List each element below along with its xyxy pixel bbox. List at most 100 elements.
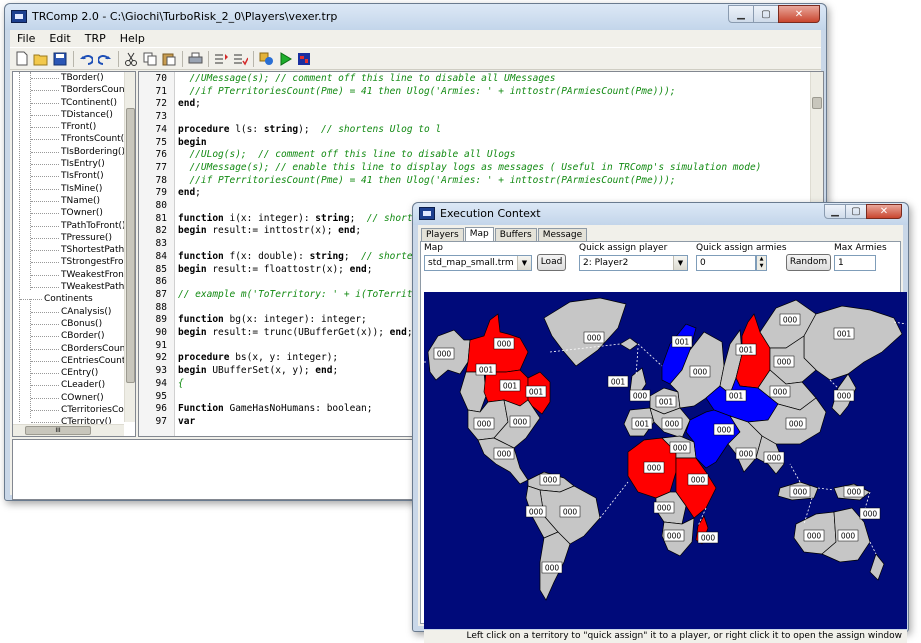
chevron-down-icon[interactable]: ▼ (517, 256, 531, 270)
print-icon[interactable] (187, 51, 203, 67)
world-map[interactable]: 000 001 001 000 001 000 000 000 000 000 000 000 001 0… (424, 292, 907, 629)
tree-connector (31, 373, 59, 375)
territory-central-america[interactable] (477, 437, 529, 485)
tab-message[interactable]: Message (537, 228, 588, 242)
line-number: 86 (155, 276, 167, 288)
load-button[interactable]: Load (537, 254, 566, 271)
menu-file[interactable]: File (10, 32, 42, 45)
redo-icon[interactable] (97, 51, 113, 67)
chevron-down-icon[interactable]: ▼ (673, 256, 687, 270)
territory-new-zealand[interactable] (869, 553, 885, 581)
quick-assign-player-select[interactable]: 2: Player2 ▼ (579, 255, 688, 271)
menu-trp[interactable]: TRP (78, 32, 113, 45)
exec-title-bar[interactable]: Execution Context ▁ ▢ ✕ (413, 203, 908, 225)
close-button[interactable]: ✕ (778, 5, 820, 23)
tree-item[interactable]: TFrontsCount() (13, 133, 128, 145)
exec-minimize-button[interactable]: ▁ (824, 204, 846, 219)
tree-item[interactable]: CLeader() (13, 379, 124, 391)
tree-item[interactable]: TBorder() (13, 72, 124, 84)
save-icon[interactable] (52, 51, 68, 67)
tree-item[interactable]: CBordersCount() (13, 343, 135, 355)
territory-kamchatka[interactable] (803, 305, 903, 381)
tree-item[interactable]: TContinent() (13, 97, 124, 109)
open-folder-icon[interactable] (33, 51, 49, 67)
tree-item[interactable]: TShortestPath() (13, 244, 131, 256)
tree-item[interactable]: TOwner() (13, 207, 124, 219)
minimize-button[interactable]: ▁ (728, 5, 754, 23)
armies-spinner[interactable]: ▲ ▼ (756, 255, 767, 271)
map-icon[interactable] (296, 51, 312, 67)
tab-buffers[interactable]: Buffers (494, 228, 537, 242)
quick-assign-armies-input[interactable]: 0 (696, 255, 756, 271)
run-icon[interactable] (277, 51, 293, 67)
tree-connector (31, 102, 59, 104)
tree-item[interactable]: TIsFront() (13, 170, 124, 182)
code-token: UBufferSet(x, y); (206, 365, 316, 377)
tree-item[interactable]: TWeakestFront( (13, 269, 131, 281)
army-count-label: 000 (669, 441, 691, 454)
tab-players[interactable]: Players (421, 228, 464, 242)
run-test-icon[interactable] (258, 51, 274, 67)
tree-item[interactable]: CAnalysis() (13, 306, 124, 318)
tree-item[interactable]: TIsMine() (13, 183, 124, 195)
new-file-icon[interactable] (14, 51, 30, 67)
tree-connector (31, 200, 59, 202)
editor-vscroll-thumb[interactable] (812, 97, 822, 109)
tree-item[interactable]: TStrongestFront( (13, 256, 135, 268)
army-count-label: 000 (689, 365, 711, 378)
menu-edit[interactable]: Edit (42, 32, 77, 45)
exec-close-button[interactable]: ✕ (866, 204, 902, 219)
line-number: 82 (155, 225, 167, 237)
copy-icon[interactable] (142, 51, 158, 67)
territory-alberta[interactable] (459, 371, 487, 413)
tree-item[interactable]: TDistance() (13, 109, 124, 121)
line-number: 94 (155, 377, 167, 389)
army-count-label: 000 (833, 389, 855, 402)
max-armies-label: Max Armies (834, 243, 887, 253)
menu-help[interactable]: Help (113, 32, 152, 45)
army-count-text: 000 (587, 334, 602, 343)
keyword-token: begin (178, 136, 207, 148)
line-number: 80 (155, 200, 167, 211)
main-title-bar[interactable]: TRComp 2.0 - C:\Giochi\TurboRisk_2_0\Pla… (5, 4, 826, 30)
tree-item[interactable]: CEntriesCount() (13, 355, 132, 367)
tree-item[interactable]: CBonus() (13, 318, 124, 330)
execution-context-window: Execution Context ▁ ▢ ✕ Players Map Buff… (412, 202, 909, 643)
army-count-label: 001 (725, 389, 747, 402)
tree-item[interactable]: TFront() (13, 121, 124, 133)
function-tree[interactable]: TBorder() TBordersCount() TContinent() TDis… (12, 71, 136, 437)
tree-item[interactable]: CTerritoriesCour (13, 404, 133, 416)
tree-item[interactable]: TName() (13, 195, 124, 207)
tree-item[interactable]: TIsBordering() (13, 146, 125, 158)
maximize-button[interactable]: ▢ (753, 5, 779, 23)
random-button[interactable]: Random (786, 254, 831, 271)
tree-item[interactable]: Continents (13, 293, 124, 305)
compile-icon[interactable] (213, 51, 229, 67)
undo-icon[interactable] (78, 51, 94, 67)
exec-maximize-button[interactable]: ▢ (845, 204, 867, 219)
tree-item[interactable]: TIsEntry() (13, 158, 124, 170)
tree-hscroll-thumb[interactable]: III (25, 426, 91, 435)
code-text: procedure bs(x, y: integer); (178, 352, 338, 365)
territory-iceland[interactable] (619, 337, 639, 351)
tree-vscroll-thumb[interactable] (126, 108, 135, 383)
cut-icon[interactable] (123, 51, 139, 67)
tree-item[interactable]: CBorder() (13, 330, 124, 342)
paste-icon[interactable] (161, 51, 177, 67)
tree-vertical-scrollbar[interactable] (124, 72, 135, 422)
army-count-label: 000 (629, 389, 651, 402)
max-armies-input[interactable]: 1 (834, 255, 876, 271)
tree-item[interactable]: TPathToFront() (13, 220, 126, 232)
tree-item[interactable]: TBordersCount() (13, 84, 135, 96)
tree-item[interactable]: TWeakestPath( (13, 281, 128, 293)
keyword-token: end (178, 98, 196, 110)
world-map-canvas[interactable]: 000 001 001 000 001 000 000 000 000 000 000 000 001 0… (424, 292, 907, 629)
tree-item[interactable]: CEntry() (13, 367, 124, 379)
map-select[interactable]: std_map_small.trm ▼ (424, 255, 532, 271)
army-count-text: 001 (739, 346, 754, 355)
syntax-check-icon[interactable] (232, 51, 248, 67)
tree-horizontal-scrollbar[interactable]: III (13, 424, 124, 436)
tree-connector (31, 250, 59, 252)
tree-item[interactable]: TPressure() (13, 232, 124, 244)
tree-item[interactable]: COwner() (13, 392, 124, 404)
